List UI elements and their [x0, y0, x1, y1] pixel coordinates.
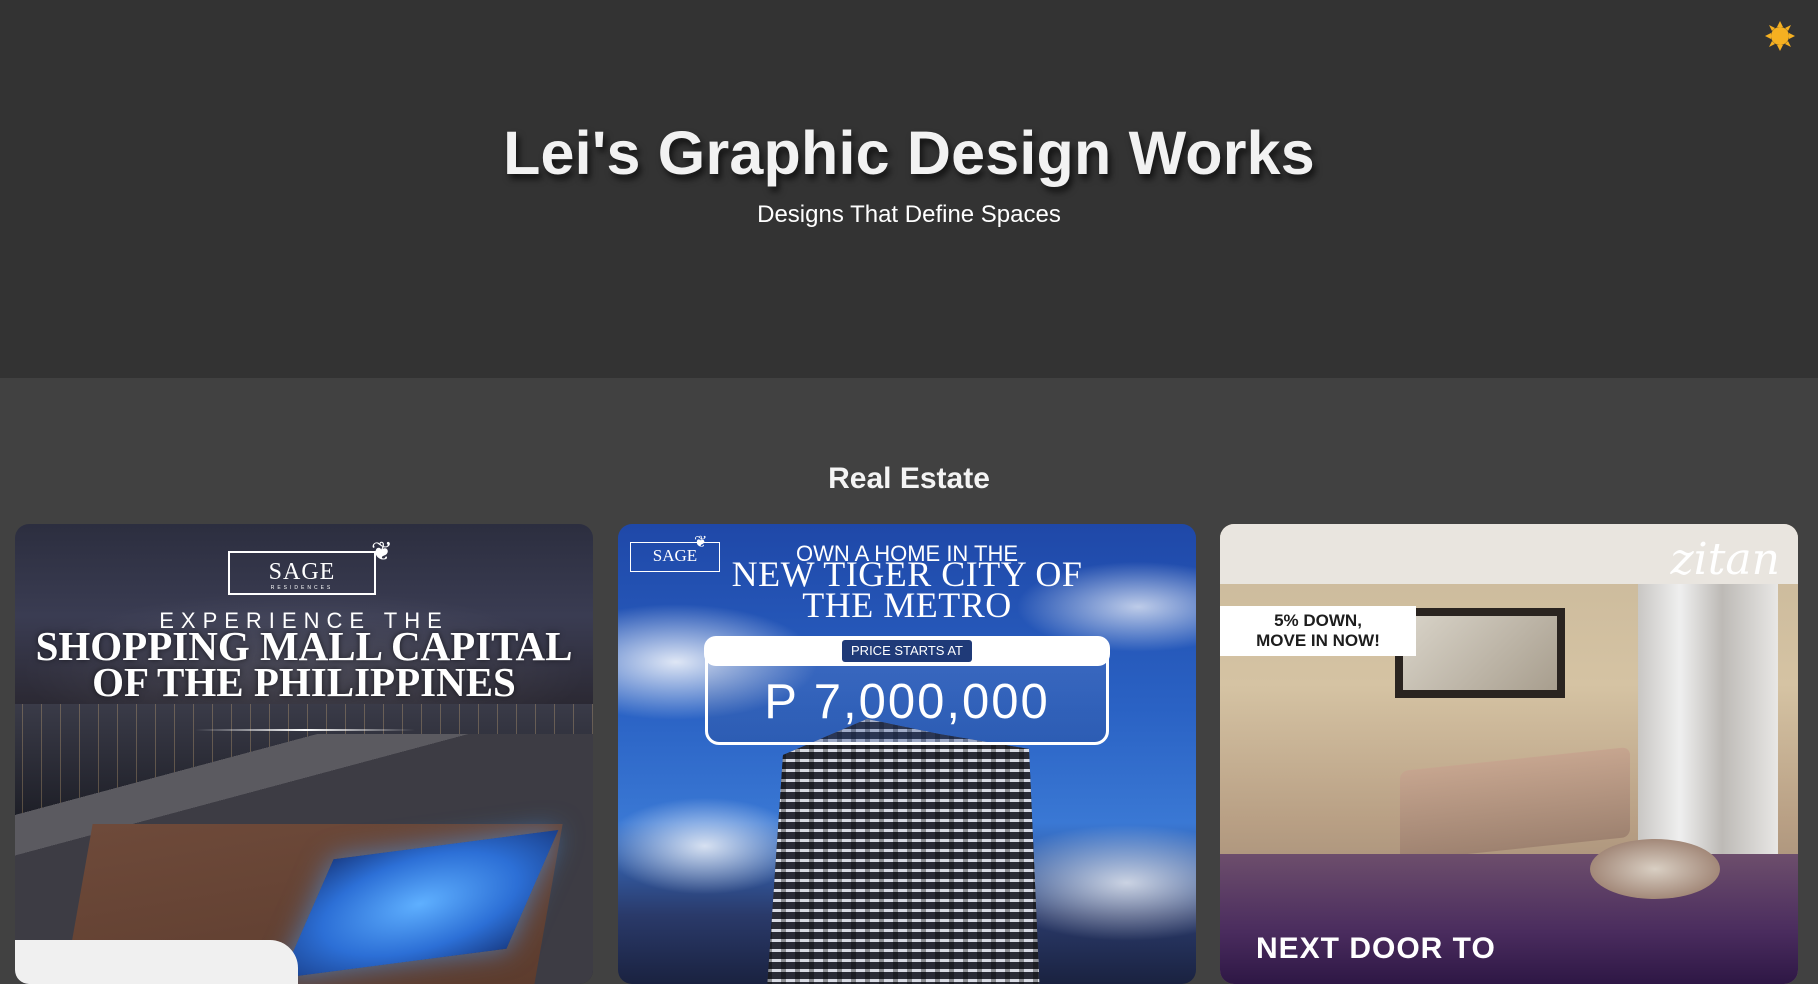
sun-icon [1765, 21, 1795, 51]
hero-header: Lei's Graphic Design Works Designs That … [0, 0, 1818, 378]
card-bottom-headline: NEXT DOOR TO [1256, 932, 1496, 965]
card-image-mirror [1395, 608, 1565, 698]
card-headline-line-2: OF THE PHILIPPINES [92, 659, 516, 705]
zitan-logo: zitan [1670, 534, 1780, 585]
card-footer-pill [15, 940, 298, 984]
light-flare [195, 729, 415, 731]
card-headline: NEW TIGER CITY OF THE METRO [618, 556, 1196, 625]
page-subtitle: Designs That Define Spaces [757, 201, 1061, 228]
card-headline: SHOPPING MALL CAPITAL OF THE PHILIPPINES [15, 626, 593, 705]
portfolio-card-sage-shopping-mall[interactable]: ❦ SAGE RESIDENCES EXPERIENCE THE SHOPPIN… [15, 524, 593, 984]
portfolio-card-sage-tiger-city[interactable]: ❦ SAGE OWN A HOME IN THE NEW TIGER CITY … [618, 524, 1196, 984]
theme-toggle-button[interactable] [1764, 20, 1796, 52]
price-label: PRICE STARTS AT [842, 640, 972, 662]
card-image-tower [765, 719, 1041, 984]
portfolio-card-zitan[interactable]: zitan 5% DOWN, MOVE IN NOW! NEXT DOOR TO [1220, 524, 1798, 984]
card-headline-line-2: THE METRO [802, 585, 1012, 625]
promo-badge: 5% DOWN, MOVE IN NOW! [1220, 606, 1416, 656]
sage-logo-subtext: RESIDENCES [270, 585, 334, 591]
card-image-coffee-table [1590, 839, 1720, 899]
page-title: Lei's Graphic Design Works [503, 119, 1315, 187]
promo-badge-line-1: 5% DOWN, [1274, 611, 1362, 630]
price-value: P 7,000,000 [764, 675, 1050, 729]
promo-badge-line-2: MOVE IN NOW! [1256, 631, 1380, 650]
section-title-real-estate: Real Estate [828, 462, 990, 495]
